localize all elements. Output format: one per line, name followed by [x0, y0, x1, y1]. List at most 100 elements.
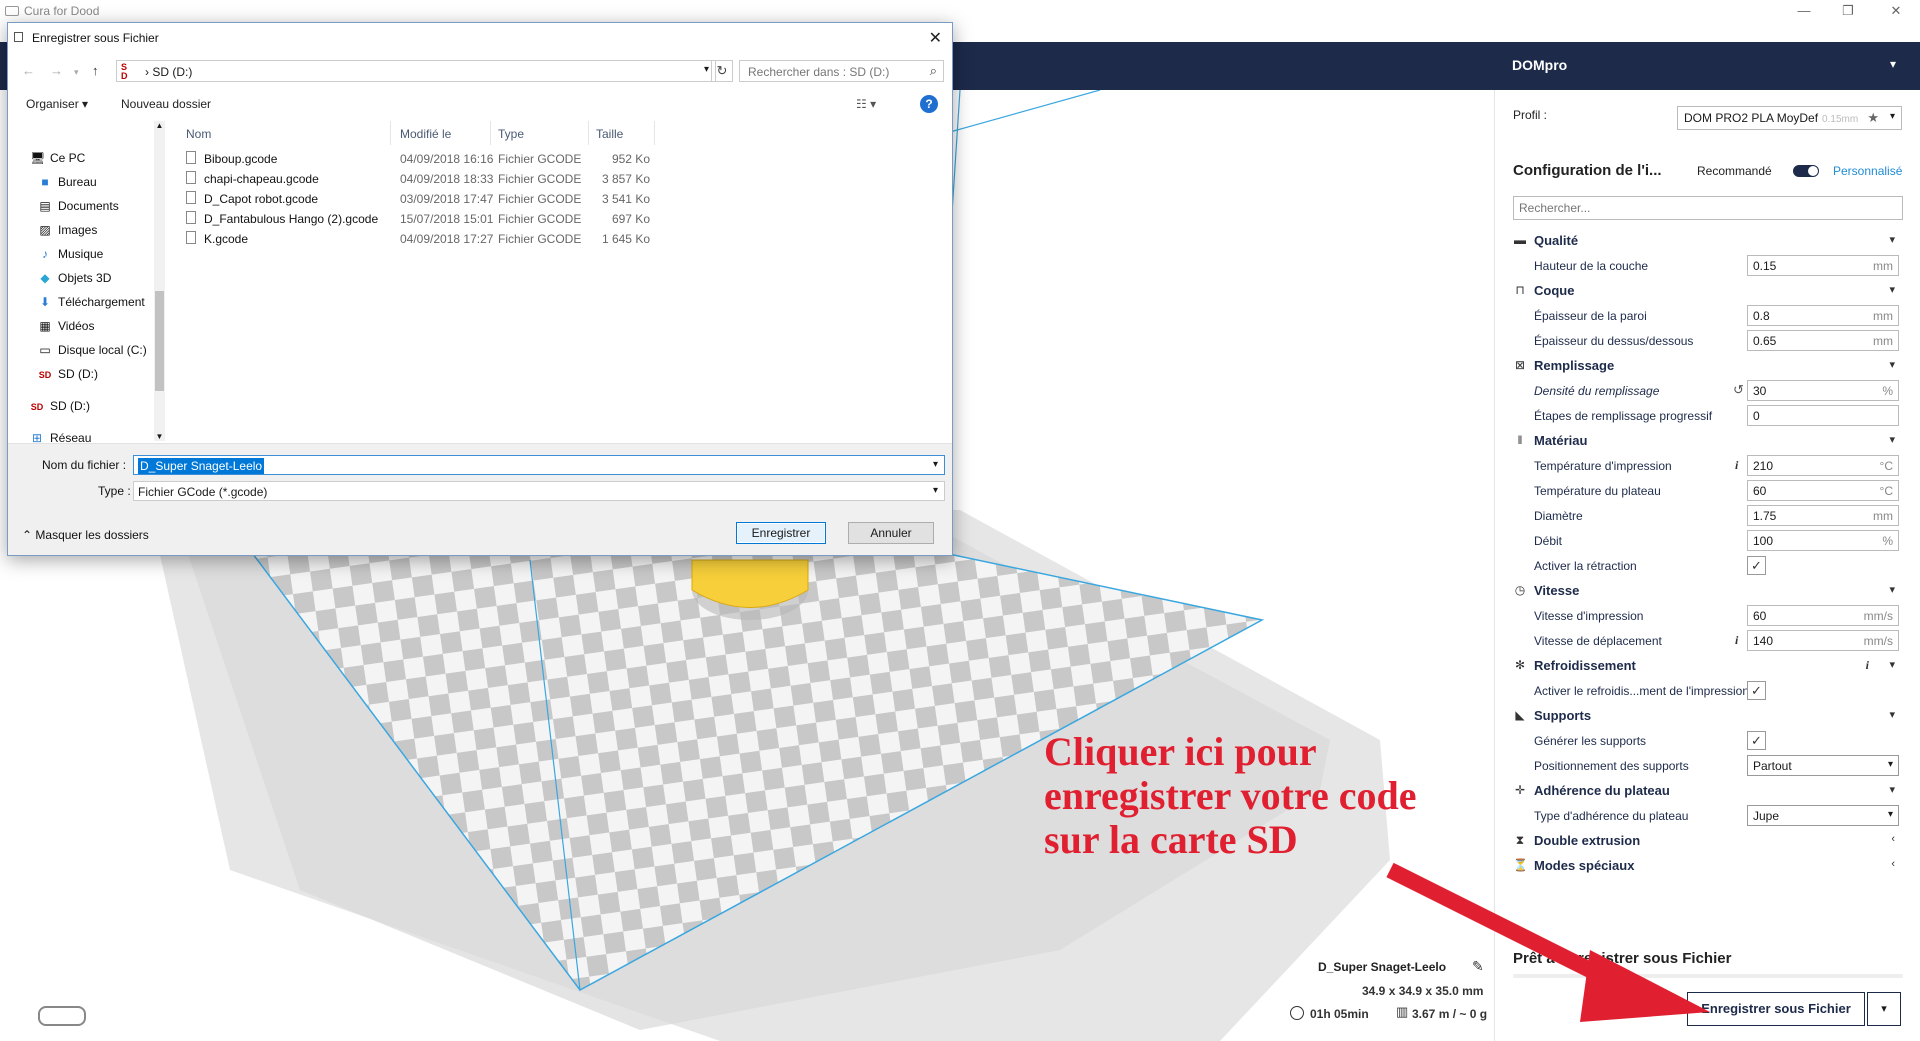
nav-item-music[interactable]: ♪ Musique [38, 247, 103, 269]
minimize-icon[interactable]: — [1794, 3, 1814, 18]
scroll-down-icon[interactable]: ▼ [154, 432, 165, 441]
file-row[interactable]: K.gcode 04/09/2018 17:27 Fichier GCODE 1… [178, 229, 778, 249]
nav-item-sd[interactable]: SD SD (D:) [38, 367, 98, 389]
close-icon[interactable]: ✕ [1886, 3, 1906, 19]
music-icon: ♪ [42, 247, 48, 261]
file-icon [186, 171, 196, 184]
info-icon[interactable]: i [1735, 633, 1738, 648]
close-icon[interactable]: ✕ [929, 28, 942, 48]
info-icon[interactable]: i [1735, 458, 1738, 473]
view-options-icon[interactable]: ☷ ▾ [856, 97, 876, 111]
back-icon[interactable]: ← [22, 63, 35, 78]
field-unit: mm [1873, 334, 1893, 348]
printer-selector[interactable]: DOMpro [1512, 57, 1567, 73]
nav-item-local-disk[interactable]: ▭ Disque local (C:) [38, 343, 146, 365]
refresh-icon[interactable]: ↻ [711, 60, 733, 82]
field-value: 60 [1753, 484, 1767, 498]
nav-item-this-pc[interactable]: 🖥 Ce PC [30, 151, 85, 173]
travel-speed-field[interactable]: 140 mm/s [1747, 630, 1899, 651]
category-label: Remplissage [1534, 358, 1615, 373]
dialog-save-button[interactable]: Enregistrer [736, 522, 826, 544]
field-value: 0 [1753, 409, 1760, 423]
file-row[interactable]: D_Fantabulous Hango (2).gcode 15/07/2018… [178, 209, 778, 229]
scrollbar-thumb[interactable] [155, 291, 164, 391]
dialog-search-input[interactable]: Rechercher dans : SD (D:) ⌕ [739, 60, 944, 82]
nav-item-3d-objects[interactable]: ◆ Objets 3D [38, 271, 111, 293]
gradual-infill-field[interactable]: 0 [1747, 405, 1899, 426]
flow-field[interactable]: 100% [1747, 530, 1899, 551]
category-supports[interactable]: ◣ Supports ▾ [1511, 703, 1907, 728]
organize-menu[interactable]: Organiser ▾ [26, 97, 88, 111]
category-infill[interactable]: ⊠ Remplissage ▾ [1511, 353, 1907, 378]
hide-folders-toggle[interactable]: ⌃ Masquer les dossiers [22, 528, 149, 542]
profile-select[interactable]: DOM PRO2 PLA MoyDef 0.15mm ★ ▾ [1677, 106, 1902, 130]
scroll-up-icon[interactable]: ▲ [154, 121, 165, 130]
profile-label: Profil : [1513, 108, 1548, 122]
chevron-down-icon: ▾ [1889, 434, 1895, 446]
chevron-down-icon[interactable]: ▾ [1890, 57, 1896, 71]
forward-icon[interactable]: → [50, 63, 63, 78]
print-temp-field[interactable]: 210 °C [1747, 455, 1899, 476]
column-modified[interactable]: Modifié le [400, 127, 451, 141]
category-shell[interactable]: ⊓ Coque ▾ [1511, 278, 1907, 303]
print-speed-field[interactable]: 60 mm/s [1747, 605, 1899, 626]
nav-scrollbar[interactable]: ▲ ▼ [154, 121, 165, 441]
help-icon[interactable]: ? [920, 95, 938, 113]
wall-thickness-field[interactable]: 0.8 mm [1747, 305, 1899, 326]
info-icon[interactable]: i [1866, 658, 1869, 673]
nav-item-sd-root[interactable]: SD SD (D:) [30, 399, 90, 421]
reset-icon[interactable]: ↺ [1733, 382, 1744, 398]
infill-density-field[interactable]: 30% [1747, 380, 1899, 401]
address-bar[interactable]: SD › SD (D:) ▾ [116, 60, 716, 82]
save-options-button[interactable]: ▾ [1867, 992, 1901, 1026]
dialog-cancel-button[interactable]: Annuler [848, 522, 934, 544]
chevron-down-icon[interactable]: ▾ [933, 459, 938, 470]
top-bottom-thickness-field[interactable]: 0.65 mm [1747, 330, 1899, 351]
adhesion-type-select[interactable]: Jupe ▾ [1747, 805, 1899, 826]
setting-label: Épaisseur de la paroi [1534, 309, 1647, 323]
setting-print-speed: Vitesse d'impression 60 mm/s [1511, 603, 1907, 628]
support-placement-select[interactable]: Partout ▾ [1747, 755, 1899, 776]
annotation-arrow [1386, 862, 1710, 1022]
recent-chevron-icon[interactable]: ▾ [74, 67, 79, 78]
bed-temp-field[interactable]: 60 °C [1747, 480, 1899, 501]
settings-search-input[interactable] [1513, 196, 1903, 220]
cooling-icon: ✻ [1514, 658, 1526, 672]
nav-item-videos[interactable]: ▦ Vidéos [38, 319, 94, 341]
category-cooling[interactable]: ✻ Refroidissement i ▾ [1511, 653, 1907, 678]
nav-item-downloads[interactable]: ⬇ Téléchargement [38, 295, 145, 317]
setting-label: Étapes de remplissage progressif [1534, 409, 1713, 423]
column-name[interactable]: Nom [186, 127, 211, 141]
mode-custom[interactable]: Personnalisé [1833, 164, 1902, 178]
diameter-field[interactable]: 1.75 mm [1747, 505, 1899, 526]
nav-item-documents[interactable]: ▤ Documents [38, 199, 118, 221]
file-row[interactable]: Biboup.gcode 04/09/2018 16:16 Fichier GC… [178, 149, 778, 169]
speed-icon: ◷ [1514, 583, 1526, 597]
column-size[interactable]: Taille [596, 127, 623, 141]
restore-icon[interactable]: ❐ [1838, 3, 1858, 19]
dialog-icon [14, 32, 23, 42]
chevron-down-icon: ▾ [1889, 584, 1895, 596]
gen-supports-checkbox[interactable]: ✓ [1747, 731, 1766, 750]
mode-toggle[interactable] [1793, 165, 1819, 177]
category-quality[interactable]: ▬ Qualité ▾ [1511, 228, 1907, 253]
layer-height-field[interactable]: 0.15 mm [1747, 255, 1899, 276]
up-icon[interactable]: ↑ [92, 63, 99, 78]
documents-icon: ▤ [39, 199, 51, 213]
category-speed[interactable]: ◷ Vitesse ▾ [1511, 578, 1907, 603]
hide-folders-label: Masquer les dossiers [35, 528, 149, 542]
cooling-checkbox[interactable]: ✓ [1747, 681, 1766, 700]
filetype-select[interactable]: Fichier GCode (*.gcode) ▾ [133, 481, 945, 501]
nav-item-images[interactable]: ▨ Images [38, 223, 97, 245]
mode-recommended[interactable]: Recommandé [1697, 164, 1772, 178]
new-folder-button[interactable]: Nouveau dossier [121, 97, 211, 111]
nav-item-desktop[interactable]: ■ Bureau [38, 175, 96, 197]
column-type[interactable]: Type [498, 127, 524, 141]
retraction-checkbox[interactable]: ✓ [1747, 556, 1766, 575]
category-adhesion[interactable]: ✛ Adhérence du plateau ▾ [1511, 778, 1907, 803]
file-row[interactable]: chapi-chapeau.gcode 04/09/2018 18:33 Fic… [178, 169, 778, 189]
filename-input[interactable]: D_Super Snaget-Leelo ▾ [133, 455, 945, 475]
category-material[interactable]: ‖ Matériau ▾ [1511, 428, 1907, 453]
chevron-down-icon: ▾ [703, 64, 709, 75]
file-row[interactable]: D_Capot robot.gcode 03/09/2018 17:47 Fic… [178, 189, 778, 209]
